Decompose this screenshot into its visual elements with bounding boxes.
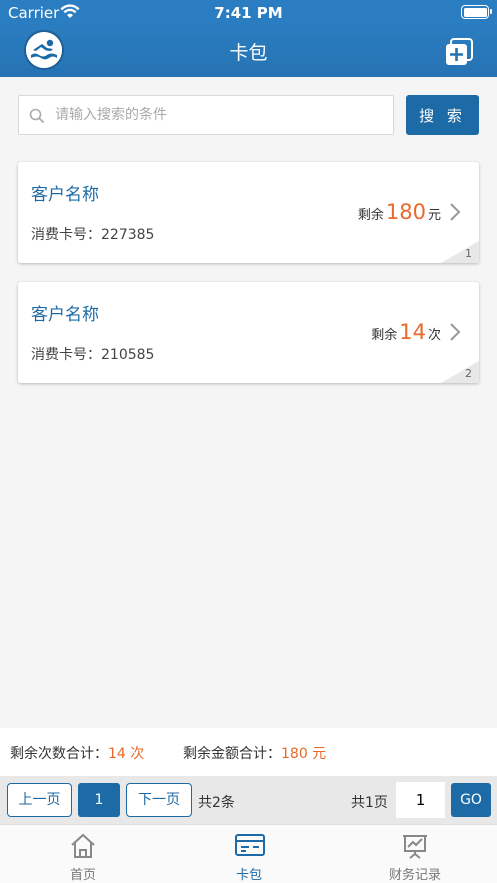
remaining-amount-total: 剩余金额合计：180 元	[183, 743, 326, 763]
card-index: 1	[465, 247, 472, 260]
tab-home-label: 首页	[69, 868, 96, 883]
remaining-value: 180	[385, 200, 426, 224]
pagination-bar: 上一页 1 下一页 共2条 共1页 GO	[0, 776, 497, 824]
remaining-amount-label: 剩余金额合计：	[183, 746, 281, 762]
card-icon	[235, 833, 265, 859]
nav-bar: 卡包	[0, 26, 497, 77]
remaining-unit: 元	[427, 208, 441, 223]
card-number: 消费卡号：210585	[31, 344, 154, 364]
go-button[interactable]: GO	[451, 783, 491, 817]
card-number-value: 227385	[101, 227, 155, 243]
tab-card-wallet-label: 卡包	[235, 868, 262, 883]
finance-chart-icon	[401, 833, 429, 859]
search-icon	[29, 108, 45, 128]
prev-page-button[interactable]: 上一页	[7, 783, 72, 817]
tab-home[interactable]: 首页	[0, 825, 166, 883]
add-card-button[interactable]	[445, 38, 473, 66]
search-button[interactable]: 搜 索	[406, 95, 479, 135]
tab-card-wallet[interactable]: 卡包	[166, 825, 332, 883]
search-row: 搜 索	[18, 95, 479, 135]
chevron-right-icon	[449, 202, 461, 226]
search-box	[18, 95, 394, 135]
remaining-unit: 次	[427, 328, 441, 343]
total-items-label: 共2条	[198, 795, 235, 811]
tab-bar: 首页 卡包 财务记录	[0, 824, 497, 883]
total-pages-label: 共1页	[351, 795, 388, 811]
next-page-button[interactable]: 下一页	[126, 783, 192, 817]
home-icon	[69, 833, 97, 859]
remaining-count-value: 14 次	[108, 746, 145, 762]
remaining-label: 剩余	[357, 208, 384, 223]
remaining-value: 14	[399, 320, 426, 344]
remaining-balance: 剩余 180 元	[358, 200, 441, 224]
card-number-label: 消费卡号：	[31, 347, 101, 363]
clock: 7:41 PM	[214, 4, 283, 22]
page-number-input[interactable]	[396, 782, 445, 818]
card-item[interactable]: 客户名称 消费卡号：227385 剩余 180 元 1	[18, 162, 479, 263]
card-index: 2	[465, 367, 472, 380]
page-title: 卡包	[229, 42, 268, 64]
corner-decoration	[441, 241, 479, 263]
status-bar: Carrier 7:41 PM	[0, 0, 497, 26]
remaining-amount-value: 180 元	[281, 746, 327, 762]
card-number: 消费卡号：227385	[31, 224, 154, 244]
remaining-label: 剩余	[371, 328, 398, 343]
totals-bar: 剩余次数合计：14 次 剩余金额合计：180 元	[0, 728, 497, 776]
customer-name: 客户名称	[31, 305, 99, 325]
search-input[interactable]	[55, 96, 385, 134]
chevron-right-icon	[449, 322, 461, 346]
customer-name: 客户名称	[31, 185, 99, 205]
tab-finance-records-label: 财务记录	[388, 868, 441, 883]
card-number-label: 消费卡号：	[31, 227, 101, 243]
card-number-value: 210585	[101, 347, 155, 363]
remaining-count-total: 剩余次数合计：14 次	[10, 743, 144, 763]
current-page-button[interactable]: 1	[78, 783, 120, 817]
battery-icon	[461, 5, 492, 19]
tab-finance-records[interactable]: 财务记录	[332, 825, 497, 883]
card-item[interactable]: 客户名称 消费卡号：210585 剩余 14 次 2	[18, 282, 479, 383]
corner-decoration	[441, 361, 479, 383]
remaining-balance: 剩余 14 次	[371, 320, 441, 344]
remaining-count-label: 剩余次数合计：	[10, 746, 108, 762]
